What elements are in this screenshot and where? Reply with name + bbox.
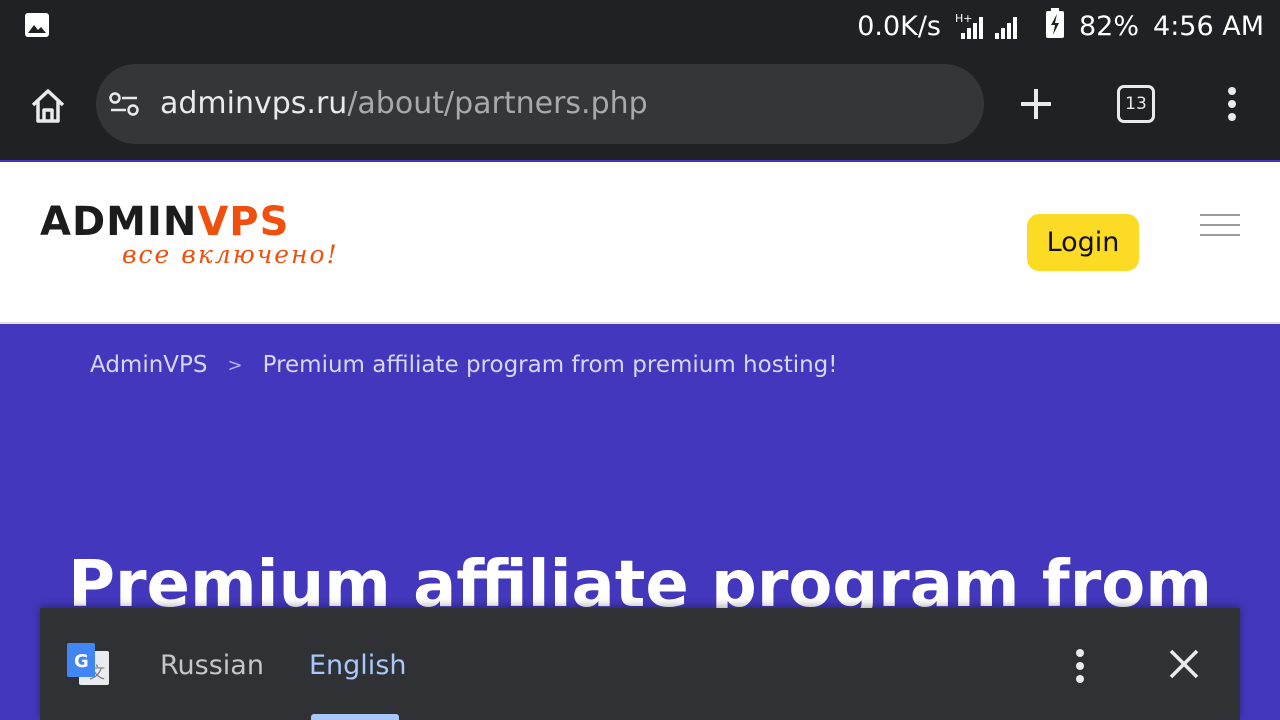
site-settings-icon[interactable] [106, 86, 142, 122]
close-icon[interactable] [1166, 646, 1202, 682]
google-translate-icon: 文 G [64, 640, 112, 688]
breadcrumb: AdminVPS > Premium affiliate program fro… [90, 352, 838, 378]
source-language-tab[interactable]: Russian [160, 650, 264, 681]
hamburger-menu-icon[interactable] [1200, 214, 1240, 238]
browser-toolbar: adminvps.ru/about/partners.php 13 [0, 52, 1280, 160]
breadcrumb-current: Premium affiliate program from premium h… [262, 352, 838, 378]
tab-count: 13 [1125, 94, 1147, 114]
logo-text-orange: PS [229, 199, 290, 245]
logo-text-dark: ADMIN [40, 199, 198, 245]
signal-icon: H+ [955, 11, 1031, 41]
url-domain: adminvps.ru [160, 86, 348, 121]
image-notification-icon [24, 12, 50, 38]
breadcrumb-home-link[interactable]: AdminVPS [90, 352, 208, 378]
battery-icon [1045, 7, 1065, 45]
selected-language-indicator [311, 714, 399, 720]
clock: 4:56 AM [1153, 10, 1264, 42]
breadcrumb-separator: > [227, 354, 243, 376]
status-bar: 0.0K/s H+ 82% 4:56 AM [0, 0, 1280, 52]
battery-level: 82% [1079, 10, 1140, 42]
new-tab-icon[interactable] [1016, 84, 1056, 124]
target-language-tab[interactable]: English [309, 650, 407, 681]
logo-text-v: V [197, 199, 230, 245]
tab-switcher-button[interactable]: 13 [1117, 85, 1155, 123]
site-header: ADMINVPS все включено! Login [0, 161, 1280, 324]
address-bar[interactable]: adminvps.ru/about/partners.php [96, 64, 984, 144]
svg-text:H+: H+ [955, 12, 973, 25]
network-speed: 0.0K/s [857, 10, 941, 42]
svg-text:G: G [74, 651, 89, 672]
login-button[interactable]: Login [1027, 214, 1139, 271]
translate-options-icon[interactable] [1066, 646, 1094, 686]
more-menu-icon[interactable] [1218, 84, 1246, 124]
translate-bar: 文 G Russian English [40, 608, 1240, 720]
url-path: /about/partners.php [347, 86, 648, 121]
adminvps-logo[interactable]: ADMINVPS все включено! [40, 202, 339, 269]
home-icon[interactable] [26, 84, 70, 128]
url-text: adminvps.ru/about/partners.php [160, 86, 648, 121]
logo-tagline: все включено! [122, 240, 339, 269]
